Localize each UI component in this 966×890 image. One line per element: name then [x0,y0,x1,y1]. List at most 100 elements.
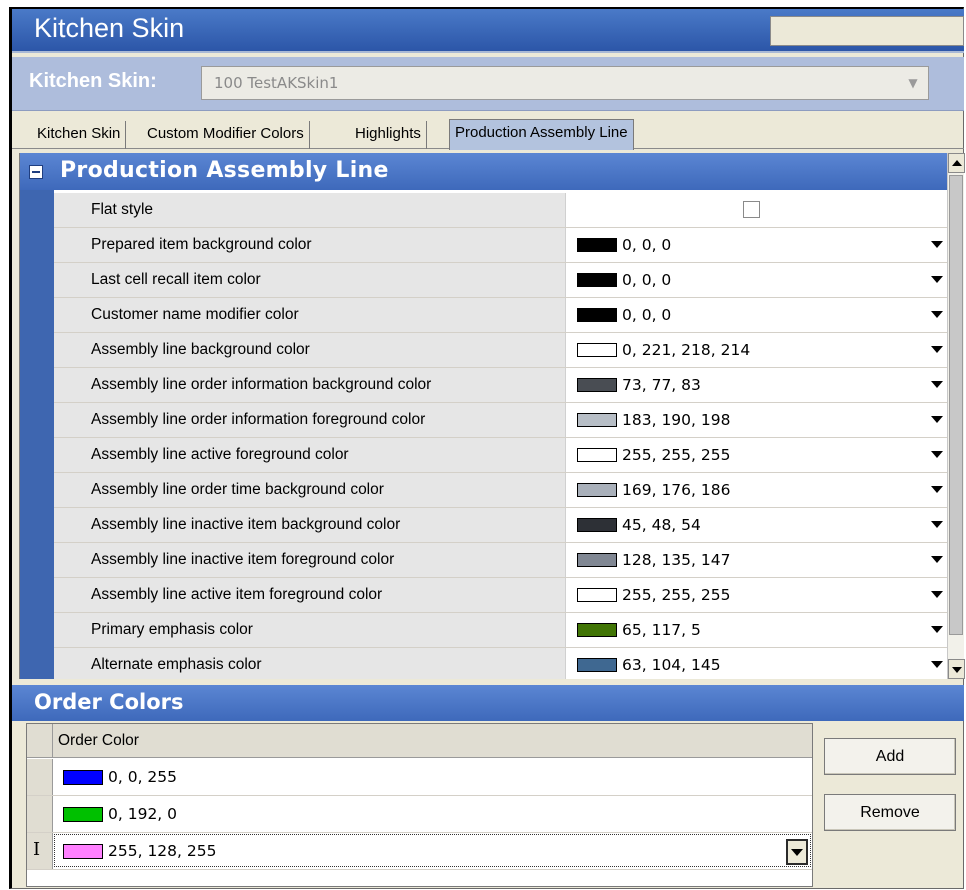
color-picker-field[interactable]: 65, 117, 5 [567,613,947,647]
edit-row-icon: I [33,839,41,860]
color-picker-field[interactable]: 255, 255, 255 [567,438,947,472]
add-button[interactable]: Add [824,738,956,775]
color-value: 65, 117, 5 [622,621,701,639]
property-value[interactable] [567,193,947,227]
kitchen-skin-selector-row: Kitchen Skin: 100 TestAKSkin1 ▼ [12,57,964,111]
section-title: Production Assembly Line [60,158,389,183]
order-color-row[interactable]: I 255, 128, 255 [27,833,812,870]
property-row[interactable]: Assembly line active item foreground col… [54,578,947,613]
order-color-edit-cell[interactable] [54,834,811,867]
color-picker-field[interactable]: 63, 104, 145 [567,648,947,679]
color-swatch [577,308,617,322]
tab-production-assembly-line[interactable]: Production Assembly Line [449,119,634,150]
property-label: Assembly line active foreground color [54,438,566,472]
color-picker-field[interactable]: 183, 190, 198 [567,403,947,437]
scroll-down-button[interactable] [948,659,965,679]
property-grid-margin [20,153,54,679]
collapse-icon[interactable] [29,165,43,179]
property-label: Assembly line inactive item background c… [54,508,566,542]
color-picker-field[interactable]: 0, 0, 0 [567,228,947,262]
property-label: Customer name modifier color [54,298,566,332]
chevron-down-icon[interactable]: ▼ [902,73,924,93]
color-swatch [577,623,617,637]
tab-custom-modifier-colors[interactable]: Custom Modifier Colors [142,121,310,149]
tab-kitchen-skin[interactable]: Kitchen Skin [32,121,127,149]
order-color-value: 0, 192, 0 [108,805,178,823]
color-value: 0, 221, 218, 214 [622,341,751,359]
order-colors-header: Order Colors [12,685,964,721]
chevron-down-icon[interactable] [931,521,943,528]
row-selector[interactable] [27,796,53,832]
color-picker-field[interactable]: 0, 221, 218, 214 [567,333,947,367]
order-color-column-label: Order Color [58,732,139,749]
color-picker-field[interactable]: 0, 0, 0 [567,298,947,332]
color-value: 128, 135, 147 [622,551,731,569]
property-row[interactable]: Assembly line background color 0, 221, 21… [54,333,947,368]
property-label: Last cell recall item color [54,263,566,297]
chevron-down-icon[interactable] [931,241,943,248]
color-value: 45, 48, 54 [622,516,701,534]
property-label: Prepared item background color [54,228,566,262]
color-swatch [577,273,617,287]
remove-button[interactable]: Remove [824,794,956,831]
property-row[interactable]: Assembly line order information foregrou… [54,403,947,438]
color-value: 73, 77, 83 [622,376,701,394]
color-picker-field[interactable]: 73, 77, 83 [567,368,947,402]
color-swatch [577,553,617,567]
color-swatch [63,807,103,822]
property-label: Assembly line active item foreground col… [54,578,566,612]
property-row[interactable]: Assembly line order time background colo… [54,473,947,508]
section-header: Production Assembly Line [20,153,947,190]
flat-style-checkbox[interactable] [743,201,760,218]
property-label: Alternate emphasis color [54,648,566,679]
chevron-down-icon[interactable] [931,591,943,598]
chevron-down-icon[interactable] [931,416,943,423]
property-row[interactable]: Assembly line inactive item foreground c… [54,543,947,578]
color-picker-field[interactable]: 255, 255, 255 [567,578,947,612]
chevron-down-icon[interactable] [931,486,943,493]
property-label: Assembly line order information backgrou… [54,368,566,402]
chevron-down-icon[interactable] [931,556,943,563]
tab-highlights[interactable]: Highlights [350,121,427,149]
property-row-flat-style[interactable]: Flat style [54,193,947,228]
color-picker-field[interactable]: 0, 0, 0 [567,263,947,297]
chevron-down-icon[interactable] [786,839,808,865]
property-row[interactable]: Prepared item background color 0, 0, 0 [54,228,947,263]
order-color-row[interactable]: 0, 192, 0 [27,796,812,833]
kitchen-skin-dropdown[interactable]: 100 TestAKSkin1 ▼ [201,66,929,100]
chevron-down-icon[interactable] [931,381,943,388]
chevron-down-icon[interactable] [931,346,943,353]
property-row[interactable]: Assembly line active foreground color 255… [54,438,947,473]
property-grid: Production Assembly Line Flat style Prep… [19,153,947,679]
scroll-up-button[interactable] [948,153,965,173]
chevron-down-icon[interactable] [931,451,943,458]
color-picker-field[interactable]: 169, 176, 186 [567,473,947,507]
row-selector[interactable]: I [27,833,53,869]
property-row[interactable]: Alternate emphasis color 63, 104, 145 [54,648,947,679]
color-swatch [577,238,617,252]
color-picker-field[interactable]: 45, 48, 54 [567,508,947,542]
row-selector[interactable] [27,759,53,795]
chevron-down-icon[interactable] [931,626,943,633]
property-row[interactable]: Assembly line inactive item background c… [54,508,947,543]
property-row[interactable]: Customer name modifier color 0, 0, 0 [54,298,947,333]
color-swatch [577,448,617,462]
property-row[interactable]: Assembly line order information backgrou… [54,368,947,403]
property-row[interactable]: Last cell recall item color 0, 0, 0 [54,263,947,298]
chevron-down-icon[interactable] [931,661,943,668]
order-color-row[interactable]: 0, 0, 255 [27,759,812,796]
chevron-down-icon[interactable] [931,311,943,318]
scroll-thumb[interactable] [949,175,963,635]
kitchen-skin-window: Kitchen Skin Kitchen Skin: 100 TestAKSki… [9,7,965,889]
color-value: 255, 255, 255 [622,446,731,464]
order-colors-title: Order Colors [34,690,184,714]
arrow-up-icon [952,160,962,166]
color-swatch [577,658,617,672]
vertical-scrollbar[interactable] [947,153,965,679]
color-value: 0, 0, 0 [622,306,672,324]
color-swatch [577,378,617,392]
color-picker-field[interactable]: 128, 135, 147 [567,543,947,577]
chevron-down-icon[interactable] [931,276,943,283]
property-row[interactable]: Primary emphasis color 65, 117, 5 [54,613,947,648]
color-swatch [577,588,617,602]
